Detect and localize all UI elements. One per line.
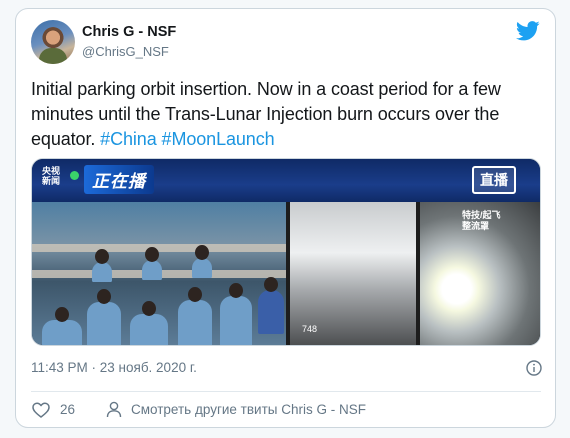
person-figure bbox=[258, 277, 284, 334]
channel-logo-line1: 央视 bbox=[42, 166, 61, 176]
person-figure bbox=[87, 289, 121, 345]
heart-icon[interactable] bbox=[32, 402, 50, 418]
channel-logo: 央视 新闻 bbox=[42, 166, 60, 186]
camera-label-line2: 整流罩 bbox=[462, 221, 490, 231]
user-icon[interactable] bbox=[106, 401, 122, 418]
person-figure bbox=[142, 247, 162, 280]
like-count[interactable]: 26 bbox=[60, 402, 75, 417]
desk-row bbox=[32, 244, 286, 252]
author-display-name[interactable]: Chris G - NSF bbox=[82, 24, 176, 40]
control-room-scene bbox=[32, 202, 286, 345]
broadcast-banner: 央视 新闻 正在播 直播 bbox=[32, 159, 540, 202]
avatar[interactable] bbox=[31, 20, 75, 64]
channel-logo-line2: 新闻 bbox=[42, 176, 61, 186]
person-figure bbox=[130, 301, 168, 345]
person-figure bbox=[42, 307, 82, 345]
hashtag-moonlaunch[interactable]: #MoonLaunch bbox=[162, 129, 275, 149]
twitter-bird-icon[interactable] bbox=[516, 21, 540, 41]
program-title: 正在播 bbox=[84, 165, 154, 194]
channel-dot-icon bbox=[70, 171, 79, 180]
hashtag-china[interactable]: #China bbox=[100, 129, 157, 149]
more-tweets-link[interactable]: Смотреть другие твиты Chris G - NSF bbox=[131, 402, 366, 417]
tweet-text: Initial parking orbit insertion. Now in … bbox=[31, 77, 546, 152]
live-badge: 直播 bbox=[472, 166, 516, 194]
info-icon[interactable] bbox=[526, 360, 542, 376]
author-handle[interactable]: @ChrisG_NSF bbox=[82, 44, 169, 59]
person-figure bbox=[220, 283, 252, 345]
camera-number: 748 bbox=[302, 324, 318, 334]
person-figure bbox=[178, 287, 212, 345]
tweet-card[interactable]: Chris G - NSF @ChrisG_NSF Initial parkin… bbox=[15, 8, 556, 428]
camera-label: 特技/起飞 整流罩 bbox=[462, 210, 501, 232]
divider bbox=[31, 391, 541, 392]
rocket-camera-scene: 特技/起飞 整流罩 748 bbox=[286, 202, 540, 345]
tweet-media-image[interactable]: 央视 新闻 正在播 直播 特技/起飞 整流罩 748 bbox=[31, 158, 541, 346]
person-figure bbox=[192, 245, 212, 278]
person-figure bbox=[92, 249, 112, 282]
camera-label-line1: 特技/起飞 bbox=[462, 210, 501, 220]
tweet-timestamp[interactable]: 11:43 PM · 23 нояб. 2020 г. bbox=[31, 360, 197, 375]
